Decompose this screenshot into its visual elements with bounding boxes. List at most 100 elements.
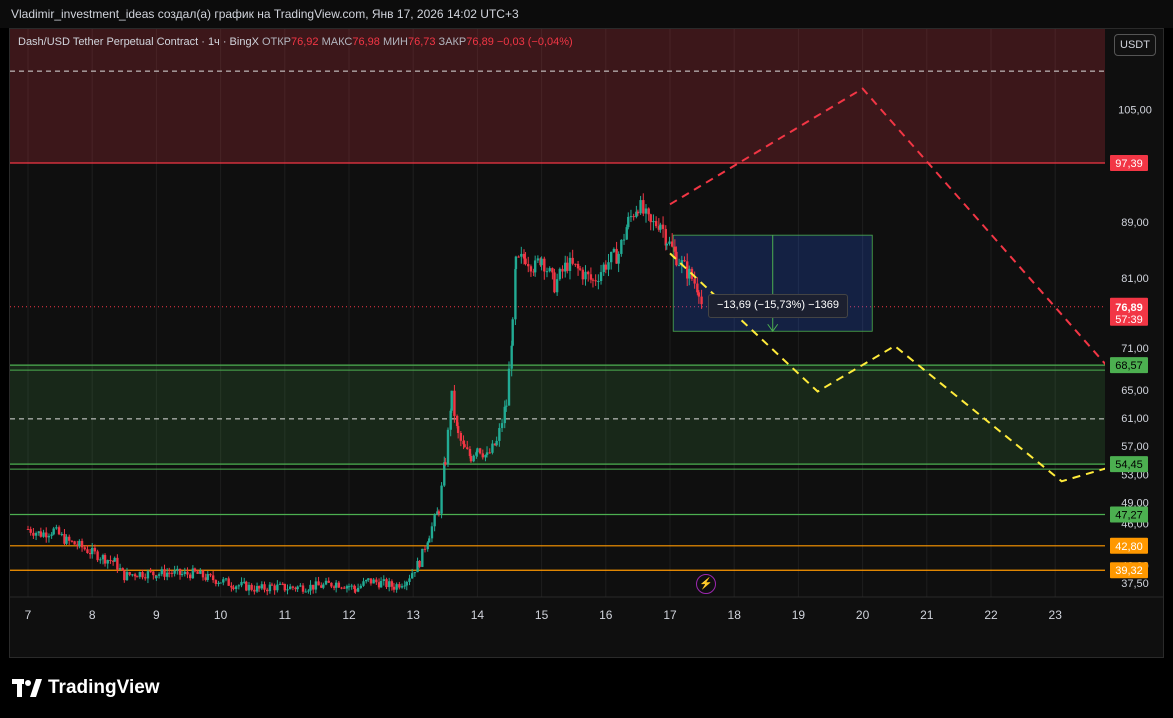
high-label: МАКС (321, 36, 353, 48)
tradingview-wordmark: TradingView (48, 677, 160, 698)
x-tick-label: 10 (214, 608, 228, 622)
candle-down (683, 260, 686, 262)
candle-down (123, 570, 126, 581)
candle-down (32, 532, 35, 536)
candle-down (693, 279, 696, 284)
candle-down (70, 540, 74, 542)
candle-up (622, 239, 626, 241)
candle-down (661, 224, 665, 229)
x-tick-label: 8 (89, 608, 96, 622)
price-chart[interactable]: 105,0089,0081,0071,0065,0061,0057,0053,0… (10, 29, 1164, 658)
x-tick-label: 22 (984, 608, 998, 622)
candle-up (450, 390, 453, 411)
candle-down (281, 583, 284, 585)
candle-down (488, 452, 491, 454)
candle-up (173, 570, 176, 574)
candle-up (324, 580, 328, 585)
x-tick-label: 12 (342, 608, 356, 622)
candle-up (617, 253, 620, 264)
candle-down (232, 587, 235, 589)
candle-down (73, 541, 76, 545)
candle-down (178, 568, 182, 575)
candle-up (255, 586, 259, 592)
candle-down (83, 547, 86, 550)
candle-up (472, 455, 475, 462)
candle-up (37, 531, 40, 534)
candle-down (266, 589, 269, 592)
x-tick-label: 13 (407, 608, 421, 622)
footer: TradingView (0, 660, 1173, 718)
candle-down (170, 572, 174, 574)
candle-down (163, 569, 166, 577)
candle-down (45, 532, 48, 538)
candle-up (599, 272, 603, 281)
candle-up (359, 585, 363, 588)
candle-up (304, 591, 307, 593)
candle-up (155, 575, 158, 579)
level-price-tag-label: 39,32 (1115, 565, 1143, 577)
candle-up (426, 542, 429, 550)
candle-down (578, 268, 582, 270)
candle-up (668, 241, 671, 244)
tradingview-brand[interactable]: TradingView (12, 677, 160, 699)
level-price-tag-label: 42,80 (1115, 541, 1143, 553)
candle-up (639, 200, 642, 214)
candle-down (201, 570, 205, 578)
candle-up (65, 536, 68, 544)
candle-down (168, 572, 171, 574)
candle-down (543, 258, 546, 272)
candle-up (620, 239, 623, 254)
candle-down (340, 587, 343, 589)
candle-down (423, 548, 427, 550)
candle-down (522, 253, 526, 259)
candle-up (410, 573, 414, 579)
candle-down (591, 279, 595, 281)
y-tick-label: 89,00 (1121, 217, 1149, 229)
candle-up (234, 586, 238, 589)
candle-up (607, 262, 610, 270)
candle-down (141, 572, 144, 578)
candle-up (219, 582, 222, 584)
candle-down (330, 582, 333, 587)
candle-down (263, 584, 266, 590)
y-tick-label: 81,00 (1121, 273, 1149, 285)
candle-up (505, 405, 508, 407)
candle-down (654, 221, 658, 227)
candle-up (400, 586, 404, 588)
candle-up (157, 574, 161, 576)
candle-down (116, 557, 119, 570)
candle-up (222, 579, 225, 583)
candle-down (211, 575, 215, 581)
chart-panel[interactable]: 105,00 89,00 81,00 71,00 65,00 61,00 57,00 53,0… (9, 28, 1164, 658)
candle-down (385, 579, 388, 588)
candle-down (453, 390, 456, 416)
candle-up (206, 574, 209, 580)
currency-button[interactable]: USDT (1114, 34, 1156, 56)
candle-up (278, 583, 282, 585)
candle-up (286, 589, 289, 591)
symbol-name[interactable]: Dash/USD Tether Perpetual Contract · 1ч … (18, 36, 259, 48)
close-value: 76,89 (466, 36, 494, 48)
candle-up (307, 590, 310, 592)
candle-up (503, 406, 506, 424)
candle-up (629, 216, 633, 218)
candle-up (268, 584, 272, 592)
candle-down (456, 426, 460, 433)
candle-up (387, 581, 391, 588)
candle-down (377, 582, 381, 588)
candle-down (463, 444, 466, 448)
tradingview-logo-icon (12, 679, 42, 697)
lightning-icon[interactable]: ⚡ (696, 574, 716, 594)
candle-down (670, 241, 674, 247)
candle-down (700, 296, 703, 305)
candle-down (57, 527, 61, 535)
candle-down (594, 280, 597, 282)
candle-up (484, 454, 487, 458)
candle-down (209, 574, 212, 576)
candle-down (68, 536, 71, 541)
candle-up (345, 586, 349, 589)
x-tick-label: 7 (25, 608, 32, 622)
candle-up (440, 485, 443, 514)
candle-up (625, 227, 628, 240)
candle-down (581, 269, 585, 280)
